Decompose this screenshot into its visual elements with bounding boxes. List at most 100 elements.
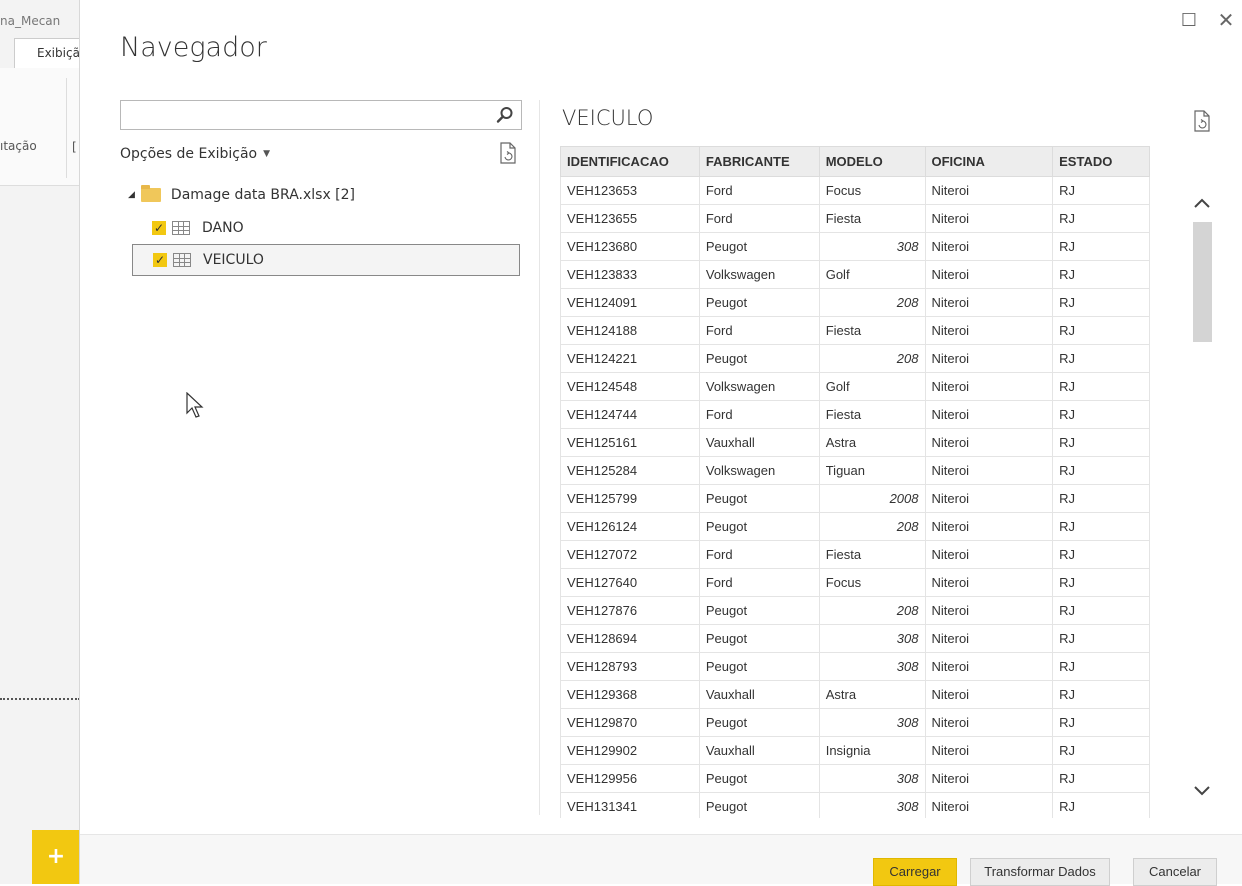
table-cell: RJ [1052,624,1150,653]
table-cell: VEH123833 [560,260,700,289]
table-cell: Niteroi [924,792,1054,818]
table-cell: Niteroi [924,764,1054,793]
scrollbar-thumb[interactable] [1193,222,1212,342]
display-options-label: Opções de Exibição [120,146,258,162]
table-cell: Ford [698,316,820,345]
table-cell: Vauxhall [698,736,820,765]
table-cell: VEH131341 [560,792,700,818]
refresh-preview-icon[interactable] [1192,110,1212,132]
table-cell: Ford [698,540,820,569]
table-cell: Focus [818,568,926,597]
table-cell: VEH124744 [560,400,700,429]
column-header: MODELO [818,146,926,177]
table-cell: 2008 [818,484,926,513]
table-cell: VEH124548 [560,372,700,401]
table-cell: VEH123653 [560,176,700,205]
transform-data-button[interactable]: Transformar Dados [970,858,1110,886]
table-cell: Niteroi [924,288,1054,317]
table-cell: RJ [1052,540,1150,569]
table-cell: RJ [1052,512,1150,541]
table-cell: RJ [1052,596,1150,625]
table-row: VEH128694 Peugot 308 Niteroi RJ [560,624,1150,653]
table-cell: Niteroi [924,428,1054,457]
table-cell: Niteroi [924,708,1054,737]
table-cell: RJ [1052,400,1150,429]
table-row: VEH129870 Peugot 308 Niteroi RJ [560,708,1150,737]
search-icon[interactable] [495,105,515,125]
table-row: VEH127876 Peugot 208 Niteroi RJ [560,596,1150,625]
background-tab-exibicao[interactable]: Exibição [14,38,79,68]
table-cell: Niteroi [924,456,1054,485]
table-cell: Ford [698,568,820,597]
table-cell: Ford [698,400,820,429]
table-row: VEH125161 Vauxhall Astra Niteroi RJ [560,428,1150,457]
table-cell: RJ [1052,288,1150,317]
table-cell: RJ [1052,204,1150,233]
tree-item-dano[interactable]: ✓ DANO [132,212,520,244]
refresh-icon[interactable] [498,142,518,164]
tree-item-veiculo[interactable]: ✓ VEICULO [132,244,520,276]
table-cell: RJ [1052,708,1150,737]
table-cell: Niteroi [924,316,1054,345]
table-row: VEH126124 Peugot 208 Niteroi RJ [560,512,1150,541]
folder-label: Damage data BRA.xlsx [2] [170,187,356,203]
table-cell: VEH127640 [560,568,700,597]
preview-table-container[interactable]: IDENTIFICACAO FABRICANTE MODELO OFICINA … [560,146,1150,818]
search-input[interactable] [120,100,522,130]
table-cell: VEH126124 [560,512,700,541]
table-cell: 308 [818,792,926,818]
table-cell: RJ [1052,764,1150,793]
table-cell: Golf [818,260,926,289]
add-page-button[interactable]: + [32,830,79,884]
tree-folder-node[interactable]: ◢ Damage data BRA.xlsx [2] [128,184,355,206]
column-header: IDENTIFICACAO [560,146,700,177]
dialog-title: Navegador [120,32,267,63]
maximize-icon[interactable]: ☐ [1180,10,1198,32]
table-cell: Niteroi [924,204,1054,233]
checkbox-icon[interactable]: ✓ [152,221,166,235]
cancel-button[interactable]: Cancelar [1133,858,1217,886]
background-app-title: na_Mecan [0,14,61,28]
background-app-window: na_Mecan Exibição ıtação [ + [0,0,80,884]
table-cell: 208 [818,288,926,317]
table-row: VEH124091 Peugot 208 Niteroi RJ [560,288,1150,317]
table-cell: 308 [818,624,926,653]
display-options-dropdown[interactable]: Opções de Exibição ▼ [120,146,270,162]
table-cell: RJ [1052,316,1150,345]
table-row: VEH129902 Vauxhall Insignia Niteroi RJ [560,736,1150,765]
table-cell: Astra [818,428,926,457]
table-row: VEH129956 Peugot 308 Niteroi RJ [560,764,1150,793]
navigator-dialog: Navegador ☐ ✕ Opções de Exibição ▼ ◢ Dama… [80,0,1242,886]
column-header: OFICINA [924,146,1054,177]
table-row: VEH124548 Volkswagen Golf Niteroi RJ [560,372,1150,401]
checkbox-icon[interactable]: ✓ [153,253,167,267]
table-cell: VEH123655 [560,204,700,233]
scroll-up-arrow-icon[interactable] [1190,188,1214,218]
table-cell: Peugot [698,484,820,513]
table-cell: RJ [1052,176,1150,205]
column-header: FABRICANTE [698,146,820,177]
ribbon-separator [66,78,67,178]
collapse-triangle-icon[interactable]: ◢ [128,190,135,200]
table-cell: RJ [1052,232,1150,261]
table-cell: Golf [818,372,926,401]
table-cell: 308 [818,708,926,737]
background-ribbon [0,68,79,186]
table-cell: Ford [698,176,820,205]
table-cell: VEH129956 [560,764,700,793]
table-cell: Peugot [698,596,820,625]
table-cell: Niteroi [924,736,1054,765]
table-cell: RJ [1052,344,1150,373]
table-cell: VEH123680 [560,232,700,261]
table-row: VEH128793 Peugot 308 Niteroi RJ [560,652,1150,681]
table-cell: VEH124221 [560,344,700,373]
table-cell: RJ [1052,484,1150,513]
close-icon[interactable]: ✕ [1216,8,1236,32]
table-cell: VEH124188 [560,316,700,345]
background-ribbon-label: ıtação [0,139,37,153]
table-cell: Peugot [698,512,820,541]
table-cell: 208 [818,596,926,625]
load-button[interactable]: Carregar [873,858,957,886]
scroll-down-arrow-icon[interactable] [1190,776,1214,806]
table-cell: RJ [1052,260,1150,289]
